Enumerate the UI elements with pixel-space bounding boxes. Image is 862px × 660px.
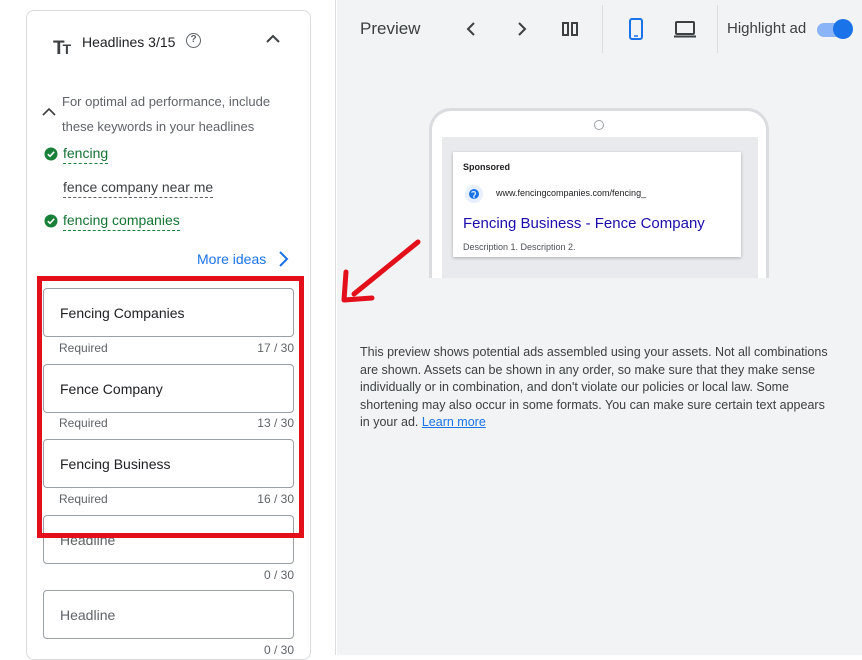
headlines-card-header[interactable]: TT Headlines 3/15 ?: [27, 11, 310, 71]
headline-field-4-meta: 0 / 30: [43, 568, 294, 584]
keyword-fencing-companies[interactable]: fencing companies: [63, 211, 180, 231]
preview-panel: Preview Highlight ad Sponsored www.fenci…: [337, 0, 862, 655]
headline-field-5-meta: 0 / 30: [43, 643, 294, 659]
help-icon[interactable]: ?: [186, 33, 201, 48]
annotation-arrow-icon: [341, 239, 421, 303]
headline-placeholder: Headline: [60, 607, 116, 623]
highlight-ad-label: Highlight ad: [727, 20, 807, 37]
toggle-thumb: [833, 19, 853, 39]
chevron-right-icon[interactable]: [275, 248, 291, 270]
globe-icon: [465, 185, 483, 203]
preview-toolbar: Preview Highlight ad: [337, 0, 862, 58]
phone-camera-icon: [594, 120, 604, 130]
ad-display-url: www.fencingcompanies.com/fencing_: [496, 188, 647, 198]
chevron-up-icon[interactable]: [39, 103, 59, 123]
check-circle-icon: [44, 147, 58, 161]
desktop-device-icon[interactable]: [673, 17, 697, 41]
preview-title: Preview: [360, 19, 421, 38]
keyword-hint: For optimal ad performance, include thes…: [62, 94, 271, 134]
ad-headline[interactable]: Fencing Business - Fence Company: [463, 215, 705, 232]
mobile-device-icon[interactable]: [624, 17, 648, 41]
toolbar-divider: [717, 5, 718, 53]
preview-disclaimer: This preview shows potential ads assembl…: [360, 344, 830, 432]
headline-field-5[interactable]: Headline: [43, 590, 294, 639]
highlight-annotation-box: [37, 276, 304, 538]
keyword-fence-company-near-me[interactable]: fence company near me: [63, 178, 214, 198]
toolbar-divider: [602, 5, 603, 53]
check-circle-icon: [44, 214, 58, 228]
keyword-fencing[interactable]: fencing: [63, 144, 109, 164]
columns-view-icon[interactable]: [558, 17, 582, 41]
chevron-right-icon[interactable]: [509, 17, 533, 41]
learn-more-link[interactable]: Learn more: [422, 415, 486, 429]
chevron-left-icon[interactable]: [460, 17, 484, 41]
chevron-up-icon[interactable]: [263, 29, 283, 49]
ad-description: Description 1. Description 2.: [463, 242, 576, 252]
text-format-icon: TT: [53, 38, 71, 59]
char-counter: 0 / 30: [263, 568, 294, 582]
ad-preview-card: Sponsored www.fencingcompanies.com/fenci…: [453, 152, 741, 257]
sponsored-label: Sponsored: [463, 162, 511, 172]
more-ideas-link[interactable]: More ideas: [197, 250, 266, 268]
headlines-title: Headlines 3/15: [82, 34, 176, 50]
highlight-ad-toggle[interactable]: [815, 19, 853, 39]
